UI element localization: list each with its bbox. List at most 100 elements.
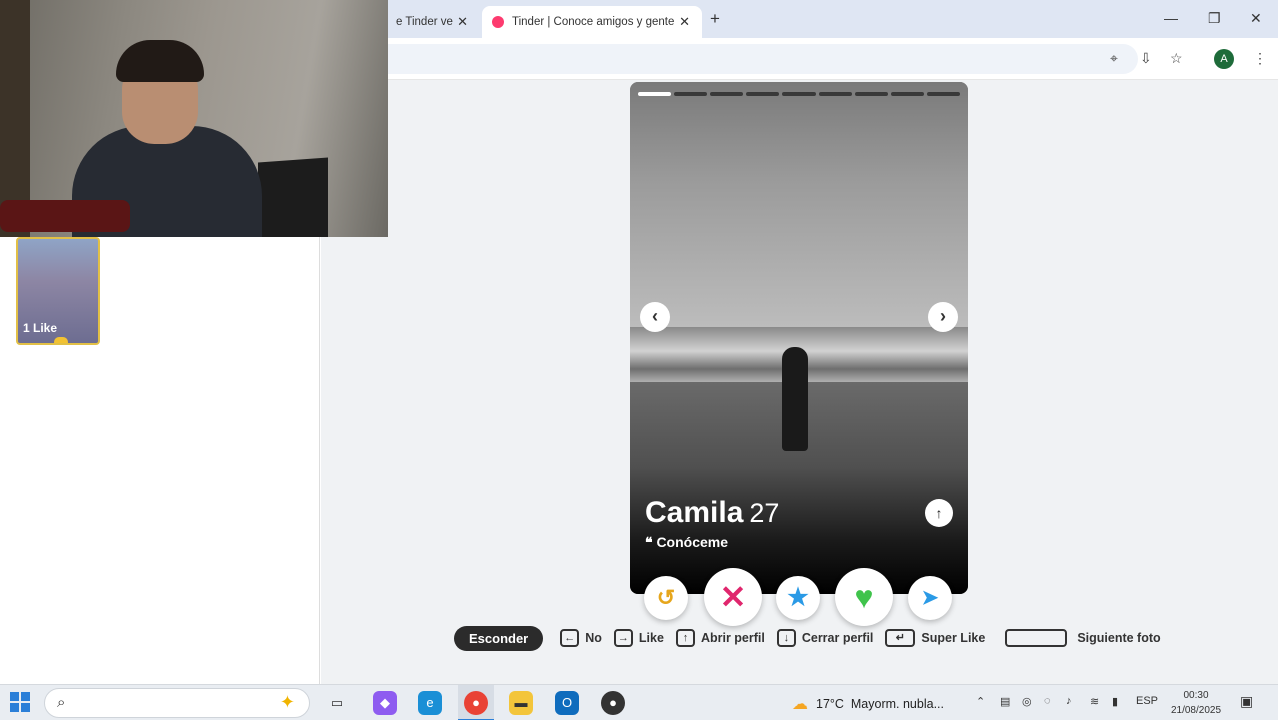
- edge-app-icon[interactable]: e: [418, 691, 442, 715]
- battery-icon[interactable]: ▮: [1112, 695, 1118, 708]
- shortcut-label: Abrir perfil: [700, 631, 765, 645]
- profile-name: Camila 27: [645, 496, 779, 530]
- profile-name-text: Camila: [645, 496, 744, 529]
- taskbar-search-box[interactable]: ⌕ ✦: [44, 688, 310, 718]
- photo-progress-segment: [638, 92, 672, 96]
- profile-age: 27: [749, 498, 780, 528]
- enter-key-icon: ↵: [885, 629, 916, 647]
- left-arrow-key-icon: ←: [560, 629, 580, 647]
- close-window-icon[interactable]: ✕: [1250, 10, 1262, 27]
- search-icon: ⌕: [57, 694, 66, 711]
- shortcut-label: Siguiente foto: [1077, 631, 1161, 645]
- photo-progress-segment: [674, 92, 708, 96]
- minimize-icon[interactable]: —: [1164, 10, 1178, 26]
- shortcut-open-profile: ↑ Abrir perfil: [675, 629, 765, 647]
- shortcut-super-like: ↵ Super Like: [885, 629, 985, 647]
- photo-progress-segment: [710, 92, 744, 96]
- nope-button[interactable]: ✕: [704, 568, 762, 626]
- close-tab-icon[interactable]: ✕: [679, 14, 690, 30]
- tab-label: e Tinder ve: [396, 16, 453, 28]
- webcam-person-hair: [116, 40, 204, 82]
- copilot-app-icon[interactable]: ◆: [373, 691, 397, 715]
- tray-app-icon[interactable]: ◎: [1022, 695, 1032, 708]
- hide-shortcuts-button[interactable]: Esconder: [454, 625, 544, 651]
- profile-avatar[interactable]: A: [1214, 49, 1234, 69]
- profile-card[interactable]: ‹ › Camila 27 ❝ Conóceme ↑: [630, 82, 968, 594]
- new-tab-button[interactable]: +: [710, 9, 720, 29]
- quote-icon: ❝: [645, 534, 653, 550]
- wifi-icon[interactable]: ≋: [1090, 695, 1099, 708]
- language-indicator[interactable]: ESP: [1136, 695, 1158, 707]
- photo-sky: [630, 82, 968, 332]
- gold-like-icon: [54, 337, 68, 343]
- photo-progress-segment: [746, 92, 780, 96]
- photo-progress-segment: [890, 92, 924, 96]
- tagline-text: Conóceme: [656, 534, 729, 550]
- volume-icon[interactable]: ♪: [1066, 695, 1072, 707]
- notifications-icon[interactable]: ▣: [1240, 693, 1253, 710]
- shortcut-no: ← No: [560, 629, 602, 647]
- tray-expand-icon[interactable]: ⌃: [976, 695, 985, 708]
- webcam-overlay: [0, 0, 388, 237]
- recorder-app-icon[interactable]: ●: [601, 691, 625, 715]
- photo-person: [782, 347, 808, 451]
- webcam-chair: [258, 157, 328, 237]
- bookmark-star-icon[interactable]: ☆: [1170, 50, 1183, 67]
- tray-app-icon[interactable]: ◌: [1044, 695, 1051, 707]
- super-like-button[interactable]: ★: [776, 576, 820, 620]
- rewind-button[interactable]: ↺: [644, 576, 688, 620]
- likes-count-label: 1 Like: [23, 321, 58, 335]
- install-app-icon[interactable]: ⇩: [1140, 50, 1152, 67]
- up-arrow-key-icon: ↑: [675, 629, 695, 647]
- previous-photo-button[interactable]: ‹: [640, 302, 670, 332]
- shortcut-label: Like: [638, 631, 664, 645]
- menu-kebab-icon[interactable]: ⋮: [1253, 50, 1267, 67]
- shortcut-label: Cerrar perfil: [801, 631, 874, 645]
- photo-progress-segment: [854, 92, 888, 96]
- down-arrow-key-icon: ↓: [776, 629, 796, 647]
- photo-progress-bars: [638, 92, 960, 96]
- webcam-handheld-device: [0, 200, 130, 232]
- weather-widget[interactable]: ☁ 17°C Mayorm. nubla...: [792, 694, 944, 714]
- send-message-button[interactable]: ➤: [908, 576, 952, 620]
- photo-progress-segment: [926, 92, 960, 96]
- shortcut-like: → Like: [613, 629, 664, 647]
- next-photo-button[interactable]: ›: [928, 302, 958, 332]
- photo-progress-segment: [818, 92, 852, 96]
- shortcut-next-photo: Siguiente foto: [997, 629, 1161, 647]
- weather-description: Mayorm. nubla...: [850, 697, 944, 711]
- close-tab-icon[interactable]: ✕: [457, 14, 468, 30]
- tab-label: Tinder | Conoce amigos y gente: [512, 16, 675, 28]
- likes-card[interactable]: 1 Like: [16, 237, 100, 345]
- windows-taskbar: ⌕ ✦ ▭ ◆ e ● ▬ O ● ☁ 17°C Mayorm. nubla..…: [0, 684, 1278, 720]
- tab-inactive[interactable]: e Tinder ve ✕: [388, 6, 478, 38]
- right-arrow-key-icon: →: [613, 629, 633, 647]
- space-key-icon: [1005, 629, 1068, 647]
- keyboard-shortcuts: Esconder ← No → Like ↑ Abrir perfil ↓ Cerrar…: [454, 625, 1173, 651]
- like-button[interactable]: ♥: [835, 568, 893, 626]
- shortcut-close-profile: ↓ Cerrar perfil: [776, 629, 874, 647]
- windows-start-icon[interactable]: [10, 692, 30, 712]
- shortcut-label: Super Like: [921, 631, 986, 645]
- location-icon[interactable]: ⌖: [1110, 50, 1118, 67]
- clock-time: 00:30: [1183, 690, 1209, 701]
- tinder-flame-icon: [492, 16, 504, 28]
- chrome-app-icon[interactable]: ●: [464, 691, 488, 715]
- restore-icon[interactable]: ❐: [1208, 10, 1221, 27]
- tray-app-icon[interactable]: ▤: [1000, 695, 1010, 708]
- file-explorer-icon[interactable]: ▬: [509, 691, 533, 715]
- address-bar[interactable]: [388, 44, 1138, 74]
- task-view-icon[interactable]: ▭: [325, 691, 349, 715]
- weather-cloud-icon: ☁: [792, 696, 808, 713]
- action-buttons: ↺ ✕ ★ ♥ ➤: [630, 568, 968, 628]
- tab-tinder[interactable]: Tinder | Conoce amigos y gente ✕: [482, 6, 702, 38]
- clock-date: 21/08/2025: [1170, 705, 1222, 716]
- copilot-sparkle-icon: ✦: [279, 692, 295, 712]
- outlook-app-icon[interactable]: O: [555, 691, 579, 715]
- open-profile-button[interactable]: ↑: [925, 499, 953, 527]
- photo-progress-segment: [782, 92, 816, 96]
- profile-tagline: ❝ Conóceme: [645, 534, 728, 551]
- shortcut-label: No: [585, 631, 602, 645]
- weather-temperature: 17°C: [816, 697, 844, 711]
- taskbar-clock[interactable]: 00:30 21/08/2025: [1168, 688, 1224, 718]
